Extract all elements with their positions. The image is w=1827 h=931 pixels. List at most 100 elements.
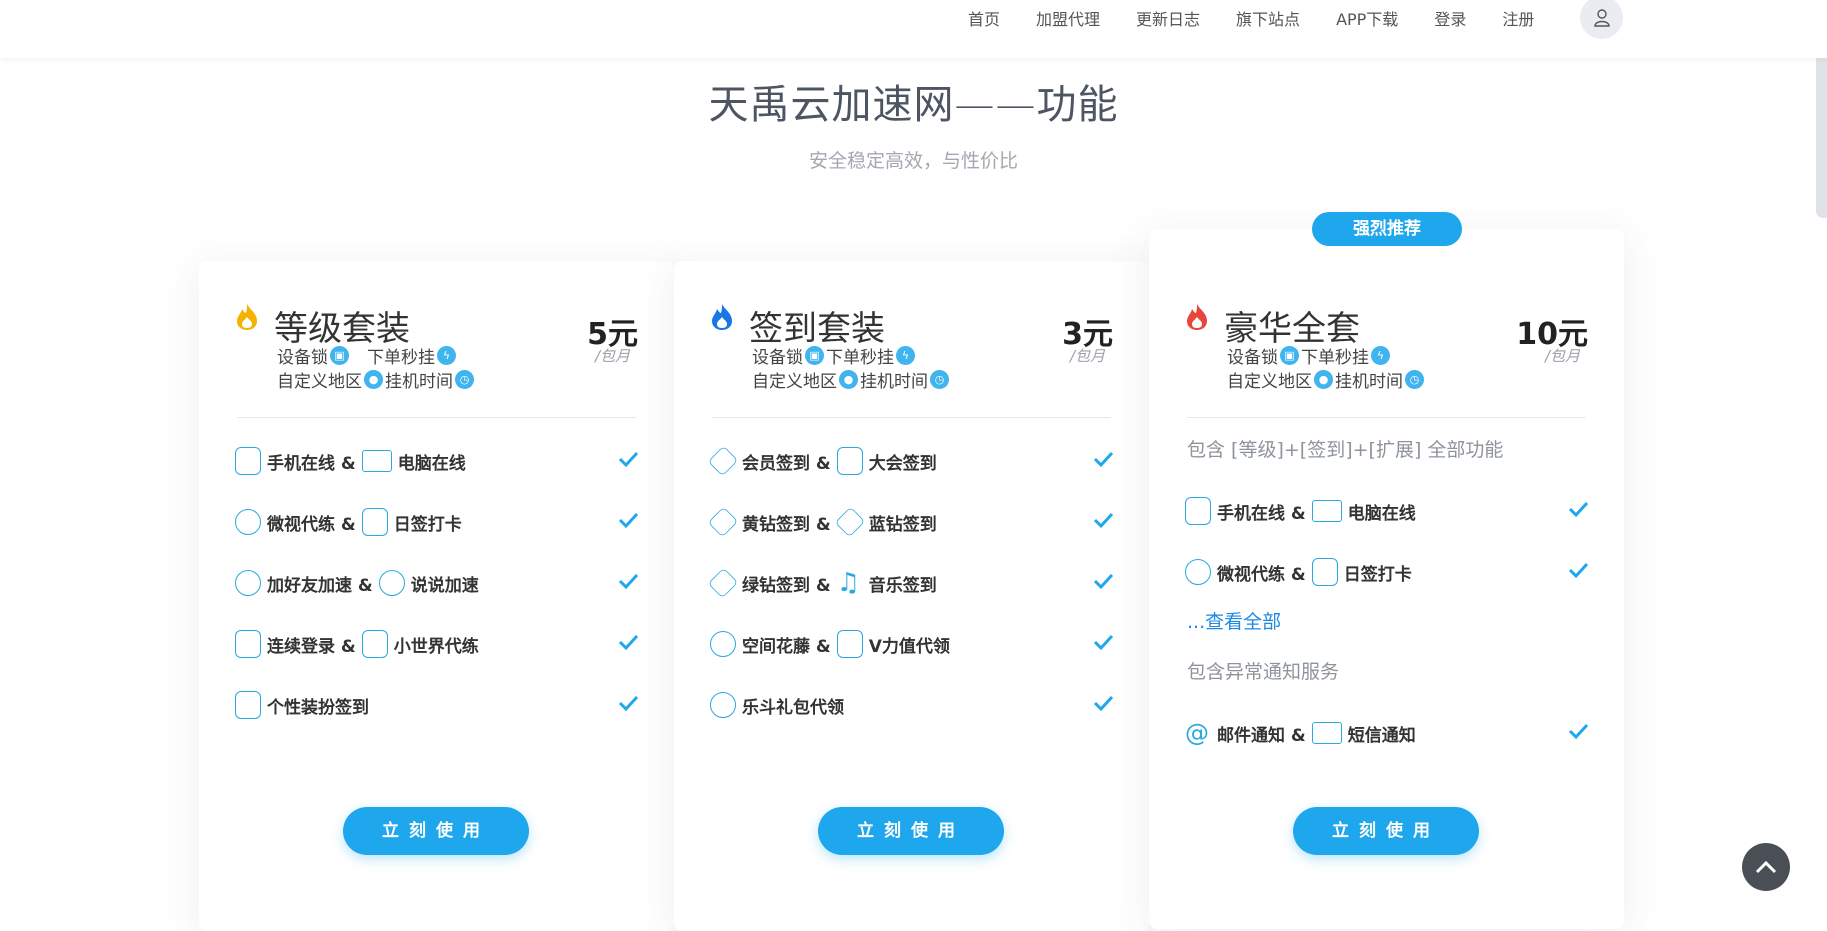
flame-icon bbox=[712, 304, 732, 330]
flame-icon bbox=[1187, 304, 1207, 330]
nav-home[interactable]: 首页 bbox=[968, 6, 1000, 30]
item-label: 短信通知 bbox=[1347, 725, 1416, 746]
item-label: 个性装扮签到 bbox=[267, 697, 369, 718]
item-label: 手机在线 & bbox=[1217, 503, 1306, 524]
check-icon bbox=[1093, 573, 1114, 590]
item-label: 大会签到 bbox=[868, 453, 937, 474]
item-label: 电脑在线 bbox=[1347, 503, 1416, 524]
check-icon bbox=[1093, 634, 1114, 651]
use-now-button[interactable]: 立刻使用 bbox=[1293, 807, 1479, 855]
list-item: 乐斗礼包代领 bbox=[710, 688, 1114, 722]
check-icon bbox=[1093, 512, 1114, 529]
nav-changelog[interactable]: 更新日志 bbox=[1136, 6, 1200, 30]
feature-line: 自定义地区 ● 挂机时间 ◷ bbox=[752, 367, 951, 392]
chevron-up-icon bbox=[1755, 860, 1777, 874]
section-subtitle: 安全稳定高效，与性价比 bbox=[808, 150, 1018, 172]
list-item: 微视代练 & 日签打卡 bbox=[1185, 555, 1589, 589]
divider bbox=[1187, 417, 1586, 418]
music-icon: ♫ bbox=[836, 568, 861, 598]
lightning-icon: ϟ bbox=[1371, 346, 1390, 365]
item-label: 空间花藤 & bbox=[742, 636, 831, 657]
list-item: 手机在线 & 电脑在线 bbox=[1185, 494, 1589, 528]
feature-label: 挂机时间 bbox=[860, 372, 928, 392]
check-icon bbox=[618, 573, 639, 590]
location-icon: ● bbox=[364, 370, 383, 389]
phone-icon bbox=[235, 447, 261, 475]
item-label: 黄钻签到 & bbox=[742, 514, 831, 535]
use-now-button[interactable]: 立刻使用 bbox=[818, 807, 1004, 855]
computer-icon bbox=[361, 450, 392, 472]
at-icon: @ bbox=[1185, 719, 1209, 747]
list-item: 个性装扮签到 bbox=[235, 688, 639, 722]
lightning-icon: ϟ bbox=[896, 346, 915, 365]
feature-label: 挂机时间 bbox=[385, 372, 453, 392]
item-label: 手机在线 & bbox=[267, 453, 356, 474]
feature-line: 设备锁 ▣ 下单秒挂 ϟ bbox=[1227, 343, 1392, 368]
item-label: 小世界代练 bbox=[393, 636, 479, 657]
feature-label: 自定义地区 bbox=[752, 372, 837, 392]
check-icon bbox=[618, 512, 639, 529]
mail-icon bbox=[1311, 722, 1342, 744]
list-item: 黄钻签到 & 蓝钻签到 bbox=[707, 505, 1114, 539]
shirt-icon bbox=[235, 691, 261, 719]
check-icon bbox=[1568, 501, 1589, 518]
plan-card-deluxe: 豪华全套 设备锁 ▣ 下单秒挂 ϟ 自定义地区 ● 挂机时间 ◷ 10元 /包月… bbox=[1149, 229, 1624, 929]
feature-label: 挂机时间 bbox=[1335, 372, 1403, 392]
plan-period: /包月 bbox=[1544, 347, 1580, 365]
chart-icon bbox=[235, 630, 261, 658]
feature-line: 自定义地区 ● 挂机时间 ◷ bbox=[1227, 367, 1426, 392]
nav-app-download[interactable]: APP下载 bbox=[1336, 6, 1398, 30]
item-label: 绿钻签到 & bbox=[742, 575, 831, 596]
list-item: 连续登录 & 小世界代练 bbox=[235, 627, 639, 661]
use-now-button[interactable]: 立刻使用 bbox=[343, 807, 529, 855]
plan-card-signin: 签到套装 设备锁 ▣ 下单秒挂 ϟ 自定义地区 ● 挂机时间 ◷ 3元 /包月 … bbox=[674, 261, 1149, 931]
nav-register[interactable]: 注册 bbox=[1502, 6, 1534, 30]
item-label: 微视代练 & bbox=[267, 514, 356, 535]
list-item: @ 邮件通知 & 短信通知 bbox=[1185, 716, 1589, 750]
plan-period: /包月 bbox=[594, 347, 630, 365]
item-label: 连续登录 & bbox=[267, 636, 356, 657]
nav-links: 首页 加盟代理 更新日志 旗下站点 APP下载 登录 注册 bbox=[968, 0, 1570, 36]
lock-icon: ▣ bbox=[1280, 346, 1299, 365]
crown-icon bbox=[836, 447, 863, 475]
feature-label: 下单秒挂 bbox=[367, 348, 435, 368]
divider bbox=[237, 417, 636, 418]
user-avatar-button[interactable] bbox=[1580, 0, 1623, 39]
plan-period: /包月 bbox=[1069, 347, 1105, 365]
check-icon bbox=[618, 695, 639, 712]
lightning-icon: ϟ bbox=[437, 346, 456, 365]
feature-label: 设备锁 bbox=[1227, 348, 1278, 368]
clock-icon: ◷ bbox=[455, 370, 474, 389]
play-icon bbox=[1185, 559, 1211, 585]
item-label: 音乐签到 bbox=[868, 575, 937, 596]
includes-text: 包含 [等级]+[签到]+[扩展] 全部功能 bbox=[1187, 439, 1504, 461]
nav-sites[interactable]: 旗下站点 bbox=[1236, 6, 1300, 30]
side-float-tab[interactable] bbox=[1816, 42, 1827, 218]
user-icon bbox=[1593, 8, 1610, 27]
list-item: 微视代练 & 日签打卡 bbox=[235, 505, 639, 539]
diamond-icon bbox=[707, 445, 739, 477]
check-icon bbox=[618, 451, 639, 468]
computer-icon bbox=[1311, 500, 1342, 522]
divider bbox=[712, 417, 1111, 418]
check-icon bbox=[1568, 562, 1589, 579]
item-label: 日签打卡 bbox=[1343, 564, 1412, 585]
calendar-check-icon bbox=[1311, 558, 1338, 586]
view-all-link[interactable]: ...查看全部 bbox=[1187, 607, 1281, 634]
feature-line: 设备锁 ▣ 下单秒挂 ϟ bbox=[277, 343, 458, 368]
chat-icon bbox=[378, 570, 405, 596]
plan-card-level: 等级套装 设备锁 ▣ 下单秒挂 ϟ 自定义地区 ● 挂机时间 ◷ 5元 /包月 … bbox=[199, 261, 674, 931]
location-icon: ● bbox=[1314, 370, 1333, 389]
flame-icon bbox=[237, 304, 257, 330]
nav-login[interactable]: 登录 bbox=[1434, 6, 1466, 30]
check-icon bbox=[1093, 695, 1114, 712]
check-icon bbox=[1093, 451, 1114, 468]
feature-label: 设备锁 bbox=[277, 348, 328, 368]
flower-icon bbox=[710, 631, 736, 657]
location-icon: ● bbox=[839, 370, 858, 389]
item-label: 蓝钻签到 bbox=[868, 514, 937, 535]
calendar-check-icon bbox=[361, 508, 388, 536]
back-to-top-button[interactable] bbox=[1742, 843, 1790, 891]
lock-icon: ▣ bbox=[330, 346, 349, 365]
nav-agent[interactable]: 加盟代理 bbox=[1036, 6, 1100, 30]
